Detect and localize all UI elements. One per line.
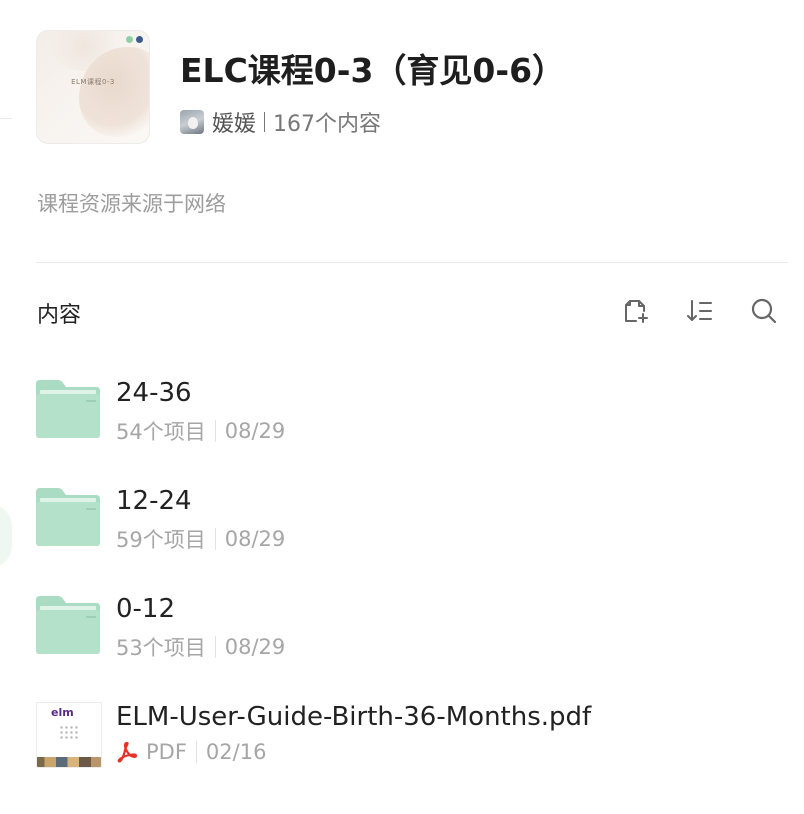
item-date: 02/16: [205, 740, 267, 764]
item-name: 12-24: [116, 486, 192, 516]
item-name: 24-36: [116, 378, 192, 408]
left-panel-divider: [0, 118, 12, 119]
item-count: 59个项目: [116, 528, 206, 552]
left-panel-edge: [0, 0, 12, 814]
item-name: 0-12: [116, 594, 176, 624]
cover-logos: [126, 36, 143, 43]
add-file-icon[interactable]: [622, 297, 650, 325]
item-meta: PDF 02/16: [116, 740, 266, 764]
item-meta: 53个项目 08/29: [116, 632, 285, 662]
content-count: 167个内容: [273, 112, 382, 137]
collection-meta: 媛媛 167个内容: [180, 106, 381, 138]
author-avatar[interactable]: [180, 110, 204, 134]
pdf-thumbnail: elm: [36, 702, 102, 768]
collection-description: 课程资源来源于网络: [37, 192, 226, 216]
item-date: 08/29: [224, 419, 286, 443]
list-item[interactable]: 0-12 53个项目 08/29: [36, 594, 776, 664]
list-item[interactable]: elm ELM-User-Guide-Birth-36-Months.pdf P…: [36, 702, 776, 772]
item-count: 53个项目: [116, 636, 206, 660]
list-item[interactable]: 24-36 54个项目 08/29: [36, 378, 776, 448]
folder-icon: [36, 488, 100, 546]
item-date: 08/29: [224, 635, 286, 659]
section-divider: [36, 262, 788, 263]
author-name[interactable]: 媛媛: [212, 106, 256, 138]
folder-icon: [36, 380, 100, 438]
list-item[interactable]: 12-24 59个项目 08/29: [36, 486, 776, 556]
content-section-title: 内容: [37, 303, 82, 328]
collection-title: ELC课程0-3（育见0-6）: [180, 51, 566, 90]
search-icon[interactable]: [750, 297, 778, 325]
cover-title: ELM课程0-3: [71, 78, 115, 86]
item-name: ELM-User-Guide-Birth-36-Months.pdf: [116, 702, 592, 732]
item-meta: 54个项目 08/29: [116, 416, 285, 446]
folder-icon: [36, 596, 100, 654]
left-panel-bubble: [0, 505, 12, 567]
pdf-icon: [116, 741, 138, 763]
item-date: 08/29: [224, 527, 286, 551]
meta-separator: [264, 112, 266, 132]
thumb-logo: elm: [51, 706, 74, 719]
item-kind: PDF: [146, 740, 187, 764]
item-count: 54个项目: [116, 420, 206, 444]
collection-cover: ELM课程0-3: [36, 30, 150, 144]
sort-icon[interactable]: [686, 297, 714, 325]
item-meta: 59个项目 08/29: [116, 524, 285, 554]
